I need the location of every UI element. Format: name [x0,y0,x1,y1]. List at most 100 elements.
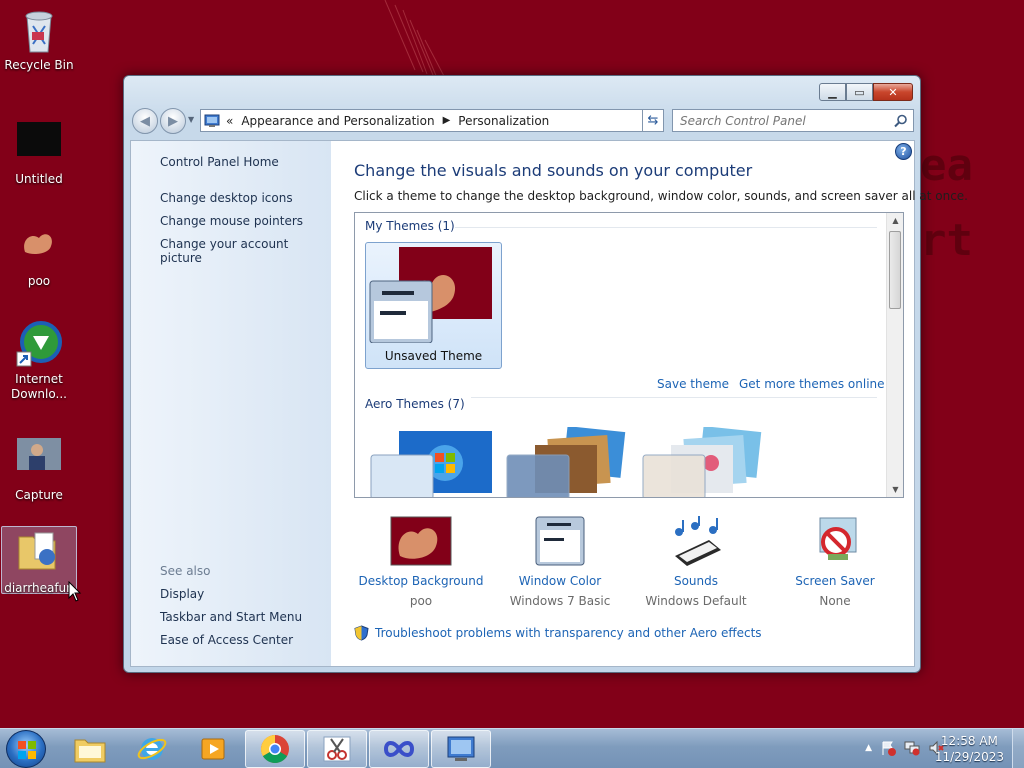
scissors-icon [323,736,351,762]
desktop-icon-diarrheafun[interactable]: diarrheafun [1,526,77,595]
troubleshoot-link[interactable]: Troubleshoot problems with transparency … [375,626,762,640]
image-icon [15,222,63,270]
mouse-cursor-icon [68,581,82,602]
show-hidden-icons-icon[interactable]: ▲ [865,743,872,753]
breadcrumb-personalization[interactable]: Personalization [458,114,549,128]
link-change-mouse-pointers[interactable]: Change mouse pointers [160,214,303,228]
taskbar-media-player[interactable] [183,730,243,768]
show-desktop-button[interactable] [1012,729,1024,768]
desktop-background-value: poo [409,594,433,608]
themes-scrollbar[interactable]: ▲ ▼ [886,213,903,497]
desktop-icon-internet-download-manager[interactable]: Internet Downlo... [1,320,77,402]
window-color-setting[interactable]: Window Color Windows 7 Basic [490,516,630,608]
theme-thumbnail [369,247,492,343]
maximize-button[interactable]: ▭ [846,83,873,101]
clock-time: 12:58 AM [940,734,998,748]
taskbar-control-panel[interactable] [431,730,491,768]
control-panel-icon [204,114,220,127]
themes-list[interactable]: My Themes (1) Unsaved Theme Save theme G… [354,212,904,498]
desktop-background-setting[interactable]: Desktop Background poo [351,516,491,608]
taskbar-internet-explorer[interactable] [122,730,182,768]
group-divider [455,227,877,228]
taskbar-chrome[interactable] [245,730,305,768]
windows-logo-icon [18,741,36,759]
main-pane: ? Change the visuals and sounds on your … [331,141,968,666]
screen-saver-setting[interactable]: Screen Saver None [765,516,905,608]
back-button[interactable]: ◀ [132,108,158,134]
desktop-icon-poo[interactable]: poo [1,222,77,289]
taskbar-snipping-tool[interactable] [307,730,367,768]
theme-unsaved[interactable]: Unsaved Theme [365,242,502,369]
content-area: Control Panel Home Change desktop icons … [130,140,968,667]
my-themes-group-label: My Themes (1) [365,219,455,233]
save-theme-link[interactable]: Save theme [657,377,729,391]
link-display[interactable]: Display [160,587,204,601]
personalization-window[interactable]: ▁ ▭ ✕ ◀ ▶ ▼ « Appearance and Personaliza… [123,75,968,673]
link-taskbar-start-menu[interactable]: Taskbar and Start Menu [160,610,302,624]
network-icon[interactable] [904,740,920,756]
close-button[interactable]: ✕ [873,83,913,101]
scroll-thumb[interactable] [889,231,901,309]
forward-button[interactable]: ▶ [160,108,186,134]
wallpaper-text: ea [920,140,973,191]
troubleshoot-link-row[interactable]: Troubleshoot problems with transparency … [354,625,762,641]
recent-pages-dropdown[interactable]: ▼ [188,115,194,124]
desktop-icon-label: poo [27,274,51,288]
navigation-bar: ◀ ▶ ▼ « Appearance and Personalization ▶… [130,106,914,136]
shield-icon [354,625,369,641]
screen-saver-icon [804,516,866,566]
address-chevron[interactable]: « [226,114,233,128]
link-control-panel-home[interactable]: Control Panel Home [160,155,279,169]
media-player-icon [201,738,225,760]
sounds-title: Sounds [673,574,719,588]
recycle-bin-icon [15,6,63,54]
start-button[interactable] [6,730,46,768]
task-pane: Control Panel Home Change desktop icons … [131,141,331,666]
see-also-label: See also [160,564,211,578]
desktop-icon-recycle-bin[interactable]: Recycle Bin [1,6,77,73]
internet-download-manager-icon [15,320,63,368]
desktop-icon-capture[interactable]: Capture [1,436,77,503]
window-color-value: Windows 7 Basic [509,594,611,608]
action-center-flag-icon[interactable] [880,740,896,756]
folder-icon [15,529,63,577]
desktop-icon-label: Recycle Bin [4,58,74,72]
screen-saver-title: Screen Saver [795,574,875,588]
breadcrumb-separator-icon[interactable]: ▶ [443,115,451,126]
scroll-down-arrow-icon[interactable]: ▼ [887,485,903,494]
search-icon[interactable] [894,114,908,128]
link-ease-of-access-center[interactable]: Ease of Access Center [160,633,293,647]
link-change-account-picture[interactable]: Change your account picture [160,237,331,265]
address-bar[interactable]: « Appearance and Personalization ▶ Perso… [200,109,664,132]
system-tray: ▲ [865,740,944,756]
sounds-setting[interactable]: Sounds Windows Default [626,516,766,608]
get-more-themes-link[interactable]: Get more themes online [739,377,885,391]
aero-theme-architecture[interactable] [505,427,635,497]
infinity-app-icon [383,741,415,757]
window-color-icon [529,516,591,566]
internet-explorer-icon [137,738,167,760]
desktop-icon-label: Internet Downlo... [11,372,67,401]
window-controls: ▁ ▭ ✕ [819,83,913,101]
page-title: Change the visuals and sounds on your co… [354,161,753,180]
chrome-icon [261,735,289,763]
taskbar-app-infinity[interactable] [369,730,429,768]
sounds-icon [665,516,727,566]
scroll-up-arrow-icon[interactable]: ▲ [887,216,903,225]
clock[interactable]: 12:58 AM 11/29/2023 [935,733,1004,765]
link-change-desktop-icons[interactable]: Change desktop icons [160,191,293,205]
refresh-button[interactable]: ⇆ [642,109,664,132]
breadcrumb-appearance[interactable]: Appearance and Personalization [241,114,434,128]
aero-theme-windows7[interactable] [369,427,499,497]
screen-saver-value: None [819,594,851,608]
taskbar: ▲ 12:58 AM 11/29/2023 [0,728,1024,768]
wallpaper-text: rt [920,215,973,266]
help-icon[interactable]: ? [895,143,912,160]
search-input[interactable] [672,109,914,132]
desktop-icon-untitled[interactable]: Untitled [1,120,77,187]
minimize-button[interactable]: ▁ [819,83,846,101]
window-color-title: Window Color [518,574,602,588]
control-panel-icon [447,736,475,761]
taskbar-explorer[interactable] [60,730,120,768]
aero-theme-characters[interactable] [641,427,771,497]
